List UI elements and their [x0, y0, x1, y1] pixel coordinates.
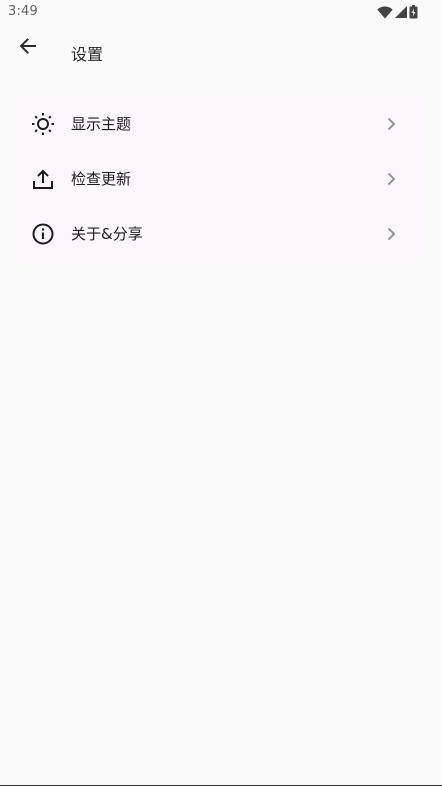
info-icon	[30, 221, 56, 247]
brightness-icon	[30, 111, 56, 137]
upload-icon	[30, 166, 56, 192]
page-title: 设置	[71, 45, 104, 64]
chevron-right-icon	[384, 172, 398, 186]
settings-item-label: 显示主题	[71, 115, 132, 133]
settings-card: 显示主题 检查更新 关于&分享	[16, 96, 426, 261]
chevron-right-icon	[384, 227, 398, 241]
battery-charging-icon	[409, 5, 418, 19]
wifi-icon	[377, 5, 393, 19]
cellular-signal-icon	[395, 6, 407, 18]
arrow-back-icon	[18, 36, 38, 60]
settings-item-theme[interactable]: 显示主题	[16, 96, 426, 151]
status-bar: 3:49	[0, 0, 442, 24]
status-time: 3:49	[8, 4, 38, 19]
settings-item-label: 关于&分享	[71, 225, 143, 243]
back-button[interactable]	[8, 28, 48, 68]
settings-item-label: 检查更新	[71, 170, 132, 188]
status-icons	[377, 4, 418, 20]
settings-item-check-update[interactable]: 检查更新	[16, 151, 426, 206]
app-bar: 设置	[0, 24, 442, 80]
settings-item-about-share[interactable]: 关于&分享	[16, 206, 426, 261]
chevron-right-icon	[384, 117, 398, 131]
